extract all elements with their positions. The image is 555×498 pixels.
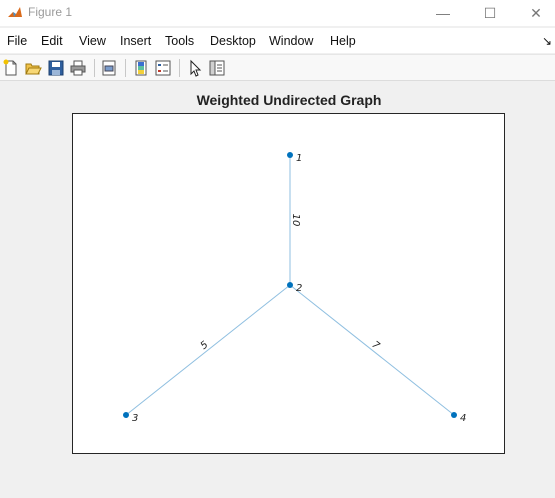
menu-file[interactable]: File [7,34,27,48]
graph-node-3 [123,412,129,418]
menu-view[interactable]: View [79,34,106,48]
graph-node-2 [287,282,293,288]
menu-insert[interactable]: Insert [120,34,151,48]
menu-edit[interactable]: Edit [41,34,63,48]
window-title: Figure 1 [28,5,73,19]
figure-toolbar [0,54,555,81]
chart-title: Weighted Undirected Graph [196,92,382,108]
edge-weight-label: 7 [370,339,382,352]
menu-tools[interactable]: Tools [165,34,194,48]
edge-weight-label: 5 [199,339,211,352]
close-icon: ✕ [530,4,542,21]
graph-edge-2-3 [125,284,291,416]
plot-axes[interactable]: 10 5 7 1 2 3 4 [72,113,505,454]
maximize-button[interactable]: ☐ [467,0,513,26]
menu-window[interactable]: Window [269,34,313,48]
save-icon[interactable] [47,59,65,77]
graph-node-1 [287,152,293,158]
graph-node-4 [451,412,457,418]
node-label: 2 [296,283,302,294]
toolbar-separator [125,59,126,77]
print-icon[interactable] [69,59,87,77]
window-titlebar: Figure 1 — ☐ ✕ [0,0,555,26]
menu-overflow-arrow-icon[interactable]: ↘ [542,34,552,48]
edge-weight-label: 10 [290,214,301,227]
open-file-icon[interactable] [24,59,42,77]
colorbar-icon[interactable] [132,59,150,77]
minimize-button[interactable]: — [420,0,466,26]
maximize-icon: ☐ [483,4,497,21]
menu-desktop[interactable]: Desktop [210,34,256,48]
node-label: 3 [132,413,138,424]
menu-help[interactable]: Help [330,34,356,48]
minimize-icon: — [436,5,450,21]
toolbar-separator [94,59,95,77]
graph-plot: 10 5 7 1 2 3 4 [123,152,466,424]
node-label: 4 [460,413,466,424]
toolbar-separator [179,59,180,77]
new-figure-icon[interactable] [2,59,20,77]
node-label: 1 [296,153,302,164]
print-preview-icon[interactable] [100,59,118,77]
graph-edge-2-4 [289,284,455,416]
edit-plot-cursor-icon[interactable] [186,59,204,77]
close-button[interactable]: ✕ [513,0,555,26]
legend-icon[interactable] [154,59,172,77]
property-inspector-icon[interactable] [208,59,226,77]
menu-bar: File Edit View Insert Tools Desktop Wind… [0,28,555,53]
matlab-logo-icon [7,5,23,21]
